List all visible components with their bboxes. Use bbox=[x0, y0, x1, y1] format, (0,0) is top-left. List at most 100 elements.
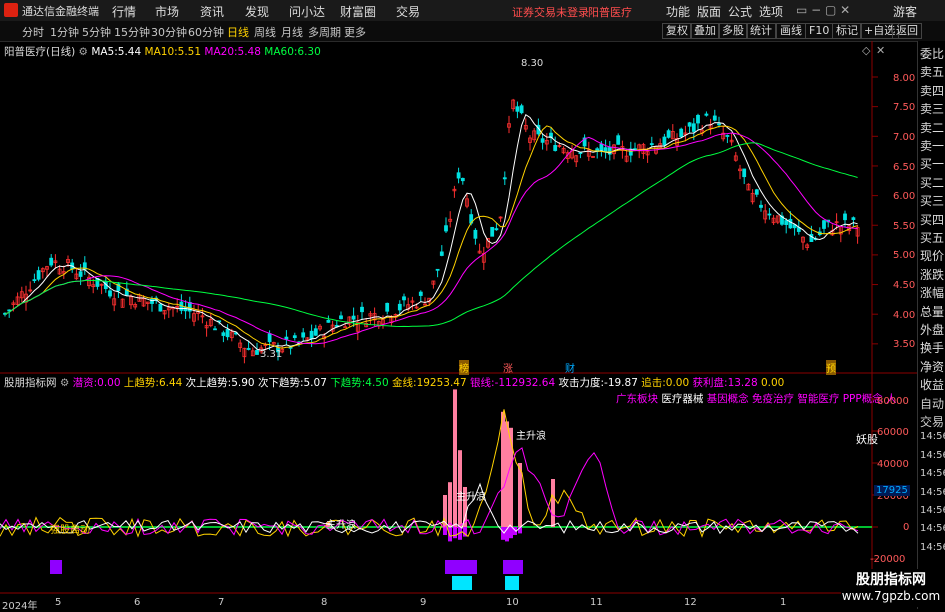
btn-mark[interactable]: 标记 bbox=[832, 23, 862, 39]
concept-tag[interactable]: 基因概念 bbox=[707, 393, 749, 405]
signal-block bbox=[452, 576, 472, 590]
watermark-line2: www.7gpzb.com bbox=[841, 589, 941, 603]
candle-body bbox=[616, 135, 621, 145]
period-more[interactable]: 更多 bbox=[344, 24, 366, 40]
candle-body bbox=[515, 106, 520, 112]
ind-value: 0.00 bbox=[665, 377, 690, 389]
close-pane-icon[interactable]: ✕ bbox=[876, 44, 885, 57]
marker-rise[interactable]: 涨 bbox=[503, 360, 513, 375]
candle-body bbox=[32, 279, 37, 282]
side-panel-item: 14:56 bbox=[920, 541, 945, 553]
menu-function[interactable]: 功能 bbox=[666, 3, 690, 20]
candle-body bbox=[494, 228, 499, 231]
concept-tag[interactable]: 医疗器械 bbox=[661, 393, 703, 405]
side-panel-item[interactable]: 交易 bbox=[920, 413, 944, 430]
menu-wealth[interactable]: 财富圈 bbox=[340, 3, 376, 20]
collapse-icon[interactable]: ◇ bbox=[862, 44, 870, 57]
menu-ask[interactable]: 问小达 bbox=[289, 3, 325, 20]
period-intraday[interactable]: 分时 bbox=[22, 24, 44, 40]
candle-body bbox=[473, 229, 478, 239]
ind-label: 上趋势: bbox=[123, 377, 159, 389]
candle-body bbox=[292, 335, 297, 339]
menu-news[interactable]: 资讯 bbox=[200, 3, 224, 20]
btn-adjust[interactable]: 复权 bbox=[662, 23, 692, 39]
chart-canvas bbox=[0, 41, 917, 594]
side-panel-item: 14:56 bbox=[920, 468, 945, 480]
menu-quotes[interactable]: 行情 bbox=[112, 3, 136, 20]
candle-body bbox=[78, 271, 83, 277]
side-panel-item: 总量 bbox=[920, 304, 945, 319]
ind-label: 金线: bbox=[392, 377, 417, 389]
menu-market[interactable]: 市场 bbox=[155, 3, 179, 20]
candle-body bbox=[36, 270, 41, 280]
period-monthly[interactable]: 月线 bbox=[281, 24, 303, 40]
ind-label: 追击: bbox=[641, 377, 666, 389]
candle-body bbox=[788, 218, 793, 229]
candle-body bbox=[704, 113, 709, 116]
indicator-settings-icon[interactable]: ⚙ bbox=[60, 377, 69, 389]
candle-body bbox=[339, 315, 343, 320]
guest-label[interactable]: 游客 bbox=[893, 3, 917, 20]
btn-f10[interactable]: F10 bbox=[805, 23, 834, 39]
period-15min[interactable]: 15分钟 bbox=[114, 24, 150, 40]
candle-body bbox=[402, 296, 406, 301]
marker-finance[interactable]: 财 bbox=[565, 360, 575, 375]
btn-draw[interactable]: 画线 bbox=[776, 23, 806, 39]
period-weekly[interactable]: 周线 bbox=[254, 24, 276, 40]
x-axis-label: 7 bbox=[218, 597, 225, 608]
app-title: 通达信金融终端 bbox=[22, 5, 99, 18]
signal-block bbox=[445, 560, 477, 574]
btn-back[interactable]: 返回 bbox=[892, 23, 922, 39]
ind-label: 次上趋势: bbox=[185, 377, 232, 389]
ma20-value: 5.48 bbox=[237, 46, 261, 58]
side-panel-item: 14:56 bbox=[920, 505, 945, 516]
period-30min[interactable]: 30分钟 bbox=[151, 24, 187, 40]
candle-body bbox=[108, 290, 112, 297]
x-axis-label: 8 bbox=[321, 597, 328, 608]
side-panel-item[interactable]: 自动 bbox=[920, 395, 944, 412]
candle-body bbox=[754, 189, 759, 195]
menu-discover[interactable]: 发现 bbox=[245, 3, 269, 20]
period-60min[interactable]: 60分钟 bbox=[188, 24, 224, 40]
ma20-label: MA20: bbox=[204, 46, 238, 58]
settings-icon[interactable]: ⚙ bbox=[79, 46, 88, 58]
period-1min[interactable]: 1分钟 bbox=[50, 24, 79, 40]
side-panel-item: 买三 bbox=[920, 194, 945, 209]
btn-stats[interactable]: 统计 bbox=[746, 23, 776, 39]
signal-block bbox=[50, 560, 62, 574]
side-panel-item: 涨跌 bbox=[920, 267, 945, 282]
candle-body bbox=[691, 123, 696, 132]
candle-body bbox=[742, 168, 747, 178]
candle-body bbox=[444, 225, 448, 232]
ind-value: 4.50 bbox=[365, 377, 389, 389]
ma5-label: MA5: bbox=[91, 46, 118, 58]
signal-block bbox=[503, 560, 523, 574]
candle-body bbox=[418, 291, 423, 296]
price-tick: 5.50 bbox=[893, 221, 916, 232]
period-multi[interactable]: 多周期 bbox=[308, 24, 341, 40]
period-daily[interactable]: 日线 bbox=[227, 24, 249, 40]
candle-body bbox=[309, 330, 314, 340]
menu-options[interactable]: 选项 bbox=[759, 3, 783, 20]
btn-overlay[interactable]: 叠加 bbox=[690, 23, 720, 39]
side-panel-item: 委比 bbox=[920, 47, 945, 61]
login-notice[interactable]: 证券交易未登录 bbox=[512, 4, 589, 20]
marker-rank[interactable]: 榜 bbox=[459, 360, 469, 375]
menu-trade[interactable]: 交易 bbox=[396, 3, 420, 20]
indicator-bar bbox=[509, 527, 513, 539]
marker-forecast[interactable]: 预 bbox=[826, 360, 836, 375]
concept-tag[interactable]: 免疫治疗 bbox=[752, 393, 794, 405]
window-icons[interactable]: ▭ − ▢ ✕ bbox=[796, 3, 850, 17]
menu-layout[interactable]: 版面 bbox=[697, 3, 721, 20]
period-5min[interactable]: 5分钟 bbox=[82, 24, 111, 40]
concept-tag[interactable]: 智能医疗 bbox=[797, 393, 839, 405]
ma60-label: MA60: bbox=[264, 46, 298, 58]
btn-multi-stock[interactable]: 多股 bbox=[718, 23, 748, 39]
indicator-tick: 0 bbox=[903, 522, 910, 533]
candle-body bbox=[439, 251, 444, 256]
indicator-bar bbox=[448, 527, 452, 542]
menu-formula[interactable]: 公式 bbox=[728, 3, 752, 20]
concept-tag[interactable]: 广东板块 bbox=[616, 393, 658, 405]
ma60-value: 6.30 bbox=[297, 46, 321, 58]
ind-label: 攻击力度: bbox=[558, 377, 605, 389]
